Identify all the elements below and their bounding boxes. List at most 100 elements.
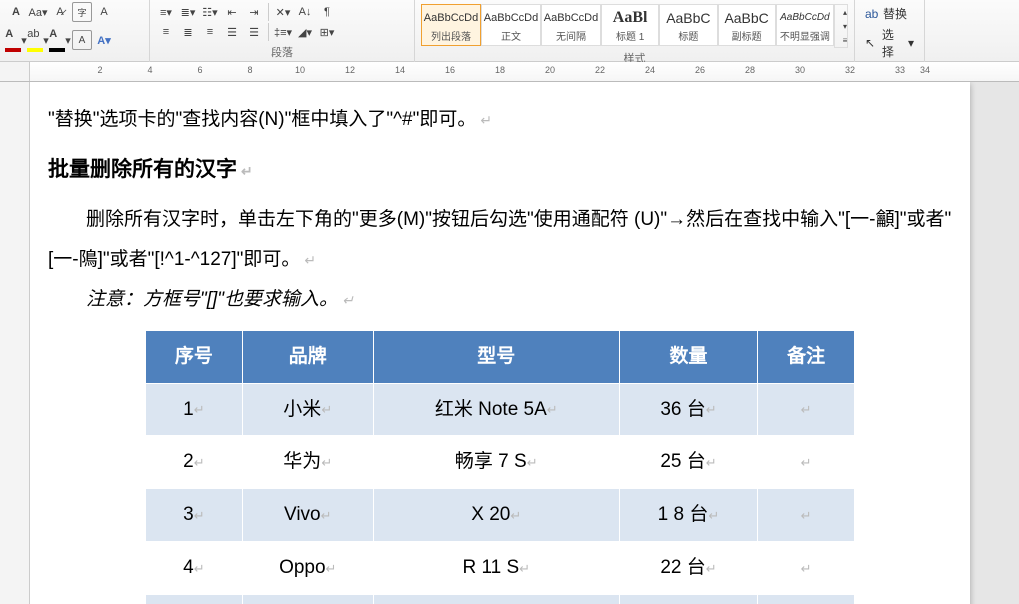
table-cell[interactable]: ↵ xyxy=(758,383,855,436)
table-cell[interactable]: 5 T↵ xyxy=(373,595,619,604)
ruler-tick: 10 xyxy=(295,65,305,75)
th-brand[interactable]: 品牌 xyxy=(242,330,373,383)
table-cell[interactable]: 5↵ xyxy=(146,595,243,604)
ruler-tick: 16 xyxy=(445,65,455,75)
document-area: "替换"选项卡的"查找内容(N)"框中填入了"^#"即可。↵ 批量删除所有的汉字… xyxy=(0,82,1019,604)
clear-format-button[interactable]: A̷ xyxy=(50,2,70,22)
table-header-row[interactable]: 序号 品牌 型号 数量 备注 xyxy=(146,330,855,383)
table-cell[interactable]: ↵ xyxy=(758,436,855,489)
shading-button[interactable]: ◢▾ xyxy=(295,22,315,42)
table-cell[interactable]: 红米 Note 5A↵ xyxy=(373,383,619,436)
style-name: 标题 1 xyxy=(616,28,644,43)
asian-layout-button[interactable]: ✕▾ xyxy=(273,2,293,22)
table-cell[interactable]: 1↵ xyxy=(146,383,243,436)
enclose-button[interactable]: A xyxy=(94,2,114,22)
style-name: 标题 xyxy=(678,28,698,43)
style-name: 副标题 xyxy=(732,28,762,43)
table-cell[interactable]: 4↵ xyxy=(146,542,243,595)
bullets-button[interactable]: ≡▾ xyxy=(156,2,176,22)
page-scroll[interactable]: "替换"选项卡的"查找内容(N)"框中填入了"^#"即可。↵ 批量删除所有的汉字… xyxy=(30,82,1019,604)
table-cell[interactable]: ↵ xyxy=(758,595,855,604)
table-row[interactable]: 2↵华为↵畅享 7 S↵25 台↵↵ xyxy=(146,436,855,489)
table-cell[interactable]: R 11 S↵ xyxy=(373,542,619,595)
style-item-nospace[interactable]: AaBbCcDd无间隔 xyxy=(541,4,601,46)
replace-button[interactable]: ab替换 xyxy=(861,4,918,23)
table-cell[interactable]: 16 台↵ xyxy=(619,595,757,604)
style-preview: AaBl xyxy=(613,7,648,28)
char-shading-button[interactable]: 字 xyxy=(72,2,92,22)
th-no[interactable]: 序号 xyxy=(146,330,243,383)
table-cell[interactable]: 小米↵ xyxy=(242,383,373,436)
align-center-button[interactable]: ≣ xyxy=(178,22,198,42)
ruler-tick: 18 xyxy=(495,65,505,75)
numbering-button[interactable]: ≣▾ xyxy=(178,2,198,22)
style-item-normal[interactable]: AaBbCcDd正文 xyxy=(481,4,541,46)
styles-expand[interactable]: ≡ xyxy=(835,33,855,47)
style-preview: AaBbCcDd xyxy=(544,7,598,28)
multilevel-button[interactable]: ☷▾ xyxy=(200,2,220,22)
style-item-heading1[interactable]: AaBl标题 1 xyxy=(601,4,659,46)
style-item-list-para[interactable]: AaBbCcDd列出段落 xyxy=(421,4,481,46)
borders-button[interactable]: ⊞▾ xyxy=(317,22,337,42)
style-name: 不明显强调 xyxy=(780,28,830,43)
show-marks-button[interactable]: ¶ xyxy=(317,2,337,22)
heading[interactable]: 批量删除所有的汉字↵ xyxy=(48,148,952,192)
table-cell[interactable]: X 20↵ xyxy=(373,489,619,542)
data-table[interactable]: 序号 品牌 型号 数量 备注 1↵小米↵红米 Note 5A↵36 台↵↵2↵华… xyxy=(145,330,855,604)
ruler-tick: 14 xyxy=(395,65,405,75)
para-mark-icon: ↵ xyxy=(342,292,354,308)
text-effects-button[interactable]: A▾ xyxy=(94,30,114,50)
paragraph[interactable]: 删除所有汉字时，单击左下角的"更多(M)"按钮后勾选"使用通配符 (U)"→然后… xyxy=(48,200,952,280)
th-model[interactable]: 型号 xyxy=(373,330,619,383)
table-row[interactable]: 4↵Oppo↵R 11 S↵22 台↵↵ xyxy=(146,542,855,595)
table-cell[interactable]: 3↵ xyxy=(146,489,243,542)
style-item-subtle-emph[interactable]: AaBbCcDd不明显强调 xyxy=(776,4,834,46)
th-note[interactable]: 备注 xyxy=(758,330,855,383)
align-dist-button[interactable]: ☰ xyxy=(244,22,264,42)
align-justify-button[interactable]: ☰ xyxy=(222,22,242,42)
table-cell[interactable]: ↵ xyxy=(758,542,855,595)
table-cell[interactable]: 2↵ xyxy=(146,436,243,489)
table-row[interactable]: 1↵小米↵红米 Note 5A↵36 台↵↵ xyxy=(146,383,855,436)
table-cell[interactable]: 1 8 台↵ xyxy=(619,489,757,542)
table-cell[interactable]: Oppo↵ xyxy=(242,542,373,595)
styles-scroll-down[interactable]: ▾ xyxy=(835,19,855,33)
table-row[interactable]: 3↵Vivo↵X 20↵1 8 台↵↵ xyxy=(146,489,855,542)
table-cell[interactable]: 22 台↵ xyxy=(619,542,757,595)
ruler-tick: 6 xyxy=(197,65,202,75)
indent-dec-button[interactable]: ⇤ xyxy=(222,2,242,22)
paragraph-note[interactable]: 注意：方框号"[]"也要求输入。↵ xyxy=(48,280,952,320)
line-spacing-button[interactable]: ‡≡▾ xyxy=(273,22,293,42)
font-grow-button[interactable]: A xyxy=(6,2,26,22)
table-cell[interactable]: 华为↵ xyxy=(242,436,373,489)
table-cell[interactable]: 一加↵ xyxy=(242,595,373,604)
highlight-button[interactable]: ab▾ xyxy=(28,30,48,50)
sort-button[interactable]: A↓ xyxy=(295,2,315,22)
style-item-title[interactable]: AaBbC标题 xyxy=(659,4,717,46)
table-cell[interactable]: Vivo↵ xyxy=(242,489,373,542)
font-case-button[interactable]: Aa▾ xyxy=(28,2,48,22)
font-color-button[interactable]: A▾ xyxy=(6,30,26,50)
style-item-subtitle[interactable]: AaBbC副标题 xyxy=(718,4,776,46)
align-right-button[interactable]: ≡ xyxy=(200,22,220,42)
char-border-button[interactable]: A xyxy=(72,30,92,50)
table-row[interactable]: 5↵一加↵5 T↵16 台↵↵ xyxy=(146,595,855,604)
replace-label: 替换 xyxy=(883,5,907,22)
table-cell[interactable]: ↵ xyxy=(758,489,855,542)
indent-inc-button[interactable]: ⇥ xyxy=(244,2,264,22)
th-qty[interactable]: 数量 xyxy=(619,330,757,383)
para-mark-icon: ↵ xyxy=(480,112,492,128)
divider xyxy=(268,3,269,21)
horizontal-ruler[interactable]: 24681012141618202224262830323334 xyxy=(0,62,1019,82)
font-color2-button[interactable]: A▾ xyxy=(50,30,70,50)
table-cell[interactable]: 36 台↵ xyxy=(619,383,757,436)
styles-scroll-up[interactable]: ▴ xyxy=(835,5,855,19)
paragraph[interactable]: "替换"选项卡的"查找内容(N)"框中填入了"^#"即可。↵ xyxy=(48,100,952,140)
divider xyxy=(268,23,269,41)
table-cell[interactable]: 25 台↵ xyxy=(619,436,757,489)
align-left-button[interactable]: ≡ xyxy=(156,22,176,42)
table-cell[interactable]: 畅享 7 S↵ xyxy=(373,436,619,489)
paragraph-group-label: 段落 xyxy=(156,42,408,62)
select-button[interactable]: ↖选择▾ xyxy=(861,25,918,61)
vertical-ruler[interactable] xyxy=(0,82,30,604)
